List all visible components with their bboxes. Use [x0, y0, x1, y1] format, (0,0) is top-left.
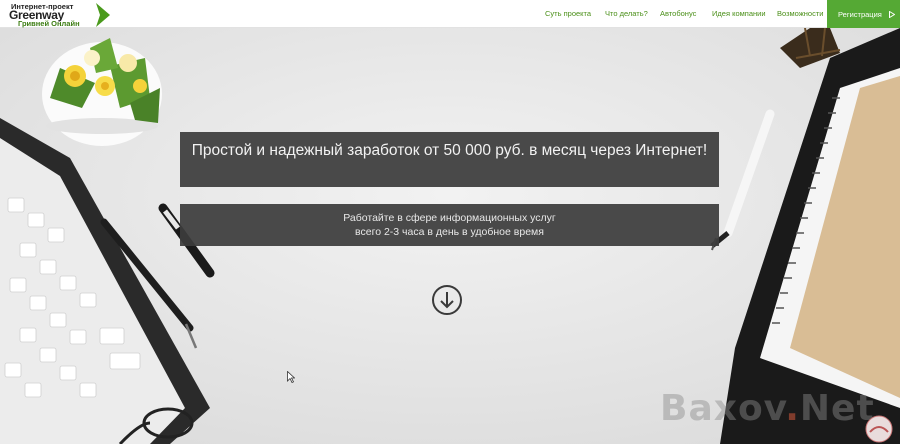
hero-subtitle-line1: Работайте в сфере информационных услуг — [343, 212, 556, 224]
nav-item-company-idea[interactable]: Идея компании — [712, 9, 766, 18]
watermark-badge-icon — [865, 415, 893, 443]
mouse-cursor-icon — [287, 371, 295, 383]
watermark-text: Baxov.Net — [660, 388, 875, 429]
logo-subtitle: Гривней Онлайн — [18, 19, 80, 28]
nav-item-opportunities[interactable]: Возможности — [777, 9, 823, 18]
logo[interactable]: Интернет-проект Greenway Гривней Онлайн — [9, 2, 110, 28]
hero-title-banner: Простой и надежный заработок от 50 000 р… — [180, 132, 719, 187]
nav-item-autobonus[interactable]: Автобонус — [660, 9, 696, 18]
play-triangle-icon — [888, 10, 895, 18]
hero-section: Простой и надежный заработок от 50 000 р… — [0, 28, 900, 444]
site-header: Интернет-проект Greenway Гривней Онлайн … — [0, 0, 900, 28]
hero-subtitle-line2: всего 2-3 часа в день в удобное время — [355, 225, 544, 238]
register-button-label: Регистрация — [838, 9, 882, 19]
nav-item-project-essence[interactable]: Суть проекта — [545, 9, 591, 18]
scroll-down-arrow-icon[interactable] — [431, 284, 463, 316]
hero-subtitle-banner: Работайте в сфере информационных услуг в… — [180, 204, 719, 246]
register-button[interactable]: Регистрация — [827, 0, 900, 28]
logo-mark-icon — [96, 3, 110, 27]
nav-item-what-to-do[interactable]: Что делать? — [605, 9, 648, 18]
hero-title: Простой и надежный заработок от 50 000 р… — [191, 142, 708, 159]
